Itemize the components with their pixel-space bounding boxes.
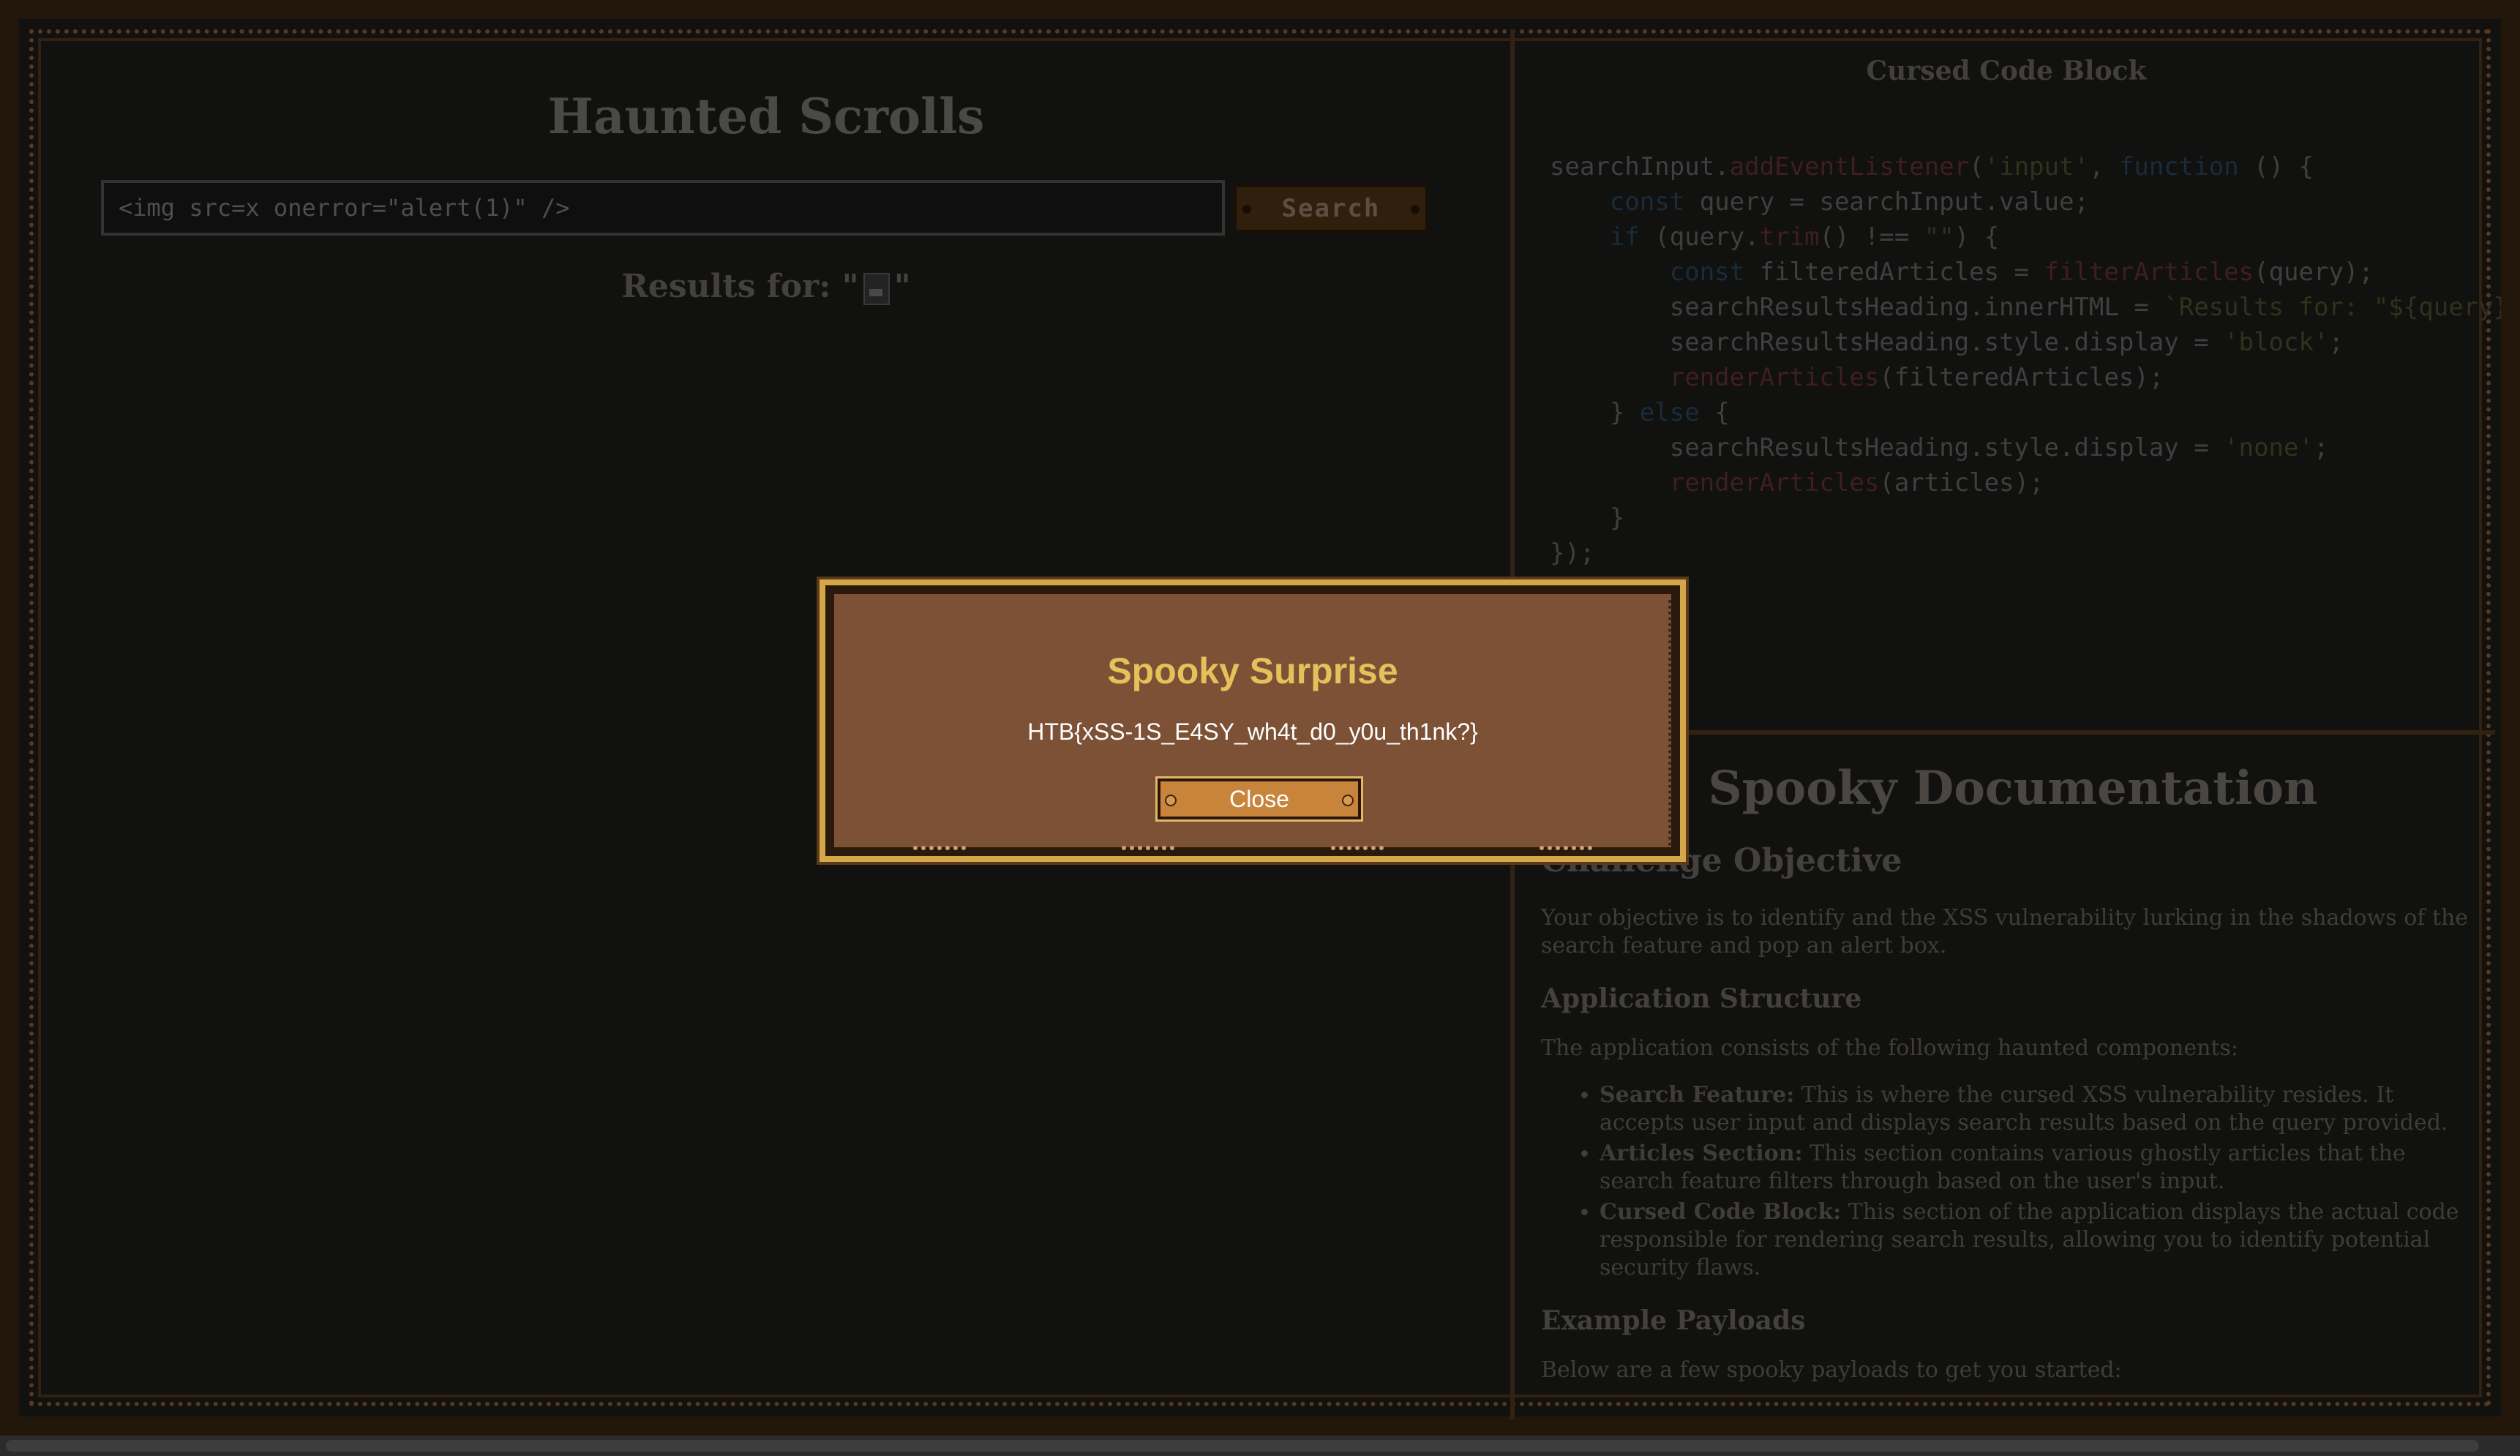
scrollbar-thumb[interactable] bbox=[6, 1440, 2479, 1452]
modal-title: Spooky Surprise bbox=[1107, 650, 1398, 691]
modal-stitching bbox=[913, 841, 1592, 850]
modal-message: HTB{xSS-1S_E4SY_wh4t_d0_y0u_th1nk?} bbox=[1027, 718, 1478, 745]
nail-icon bbox=[1342, 795, 1354, 806]
close-button-label: Close bbox=[1229, 785, 1289, 812]
close-button[interactable]: Close bbox=[1158, 778, 1361, 819]
horizontal-scrollbar[interactable] bbox=[0, 1436, 2520, 1456]
alert-modal: Spooky Surprise HTB{xSS-1S_E4SY_wh4t_d0_… bbox=[820, 579, 1686, 862]
nail-icon bbox=[1165, 795, 1177, 806]
